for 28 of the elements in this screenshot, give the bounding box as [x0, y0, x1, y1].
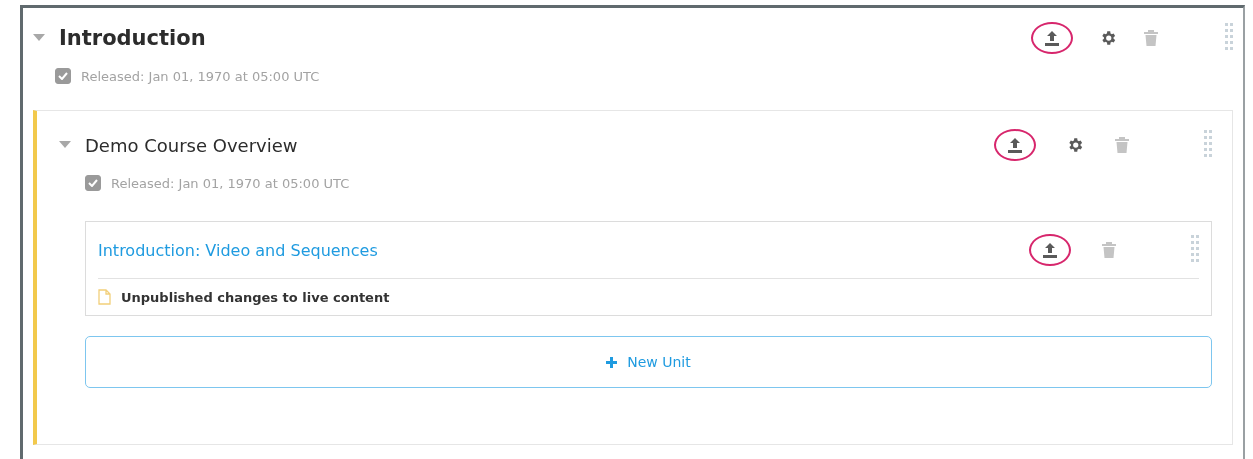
trash-icon — [1143, 29, 1159, 47]
upload-icon — [1006, 137, 1024, 153]
unit-link[interactable]: Introduction: Video and Sequences — [98, 240, 378, 260]
release-date: Released: Jan 01, 1970 at 05:00 UTC — [111, 175, 350, 191]
drag-handle-icon[interactable] — [1191, 235, 1199, 265]
caret-icon[interactable] — [59, 141, 71, 149]
upload-icon — [1041, 242, 1059, 258]
trash-icon — [1101, 241, 1117, 259]
drag-handle-icon[interactable] — [1204, 130, 1212, 160]
checkmark-icon — [58, 72, 68, 80]
document-icon — [98, 289, 111, 305]
section-title: Introduction — [59, 26, 206, 50]
publish-button[interactable] — [1029, 234, 1071, 266]
subsection-title: Demo Course Overview — [85, 134, 298, 156]
upload-icon — [1043, 30, 1061, 46]
delete-button[interactable] — [1101, 241, 1117, 259]
delete-button[interactable] — [1143, 29, 1159, 47]
delete-button[interactable] — [1114, 136, 1130, 154]
drag-handle-icon[interactable] — [1225, 23, 1233, 53]
new-unit-button[interactable]: New Unit — [85, 336, 1212, 388]
checkmark-icon — [88, 179, 98, 187]
publish-button[interactable] — [994, 129, 1036, 161]
publish-button[interactable] — [1031, 22, 1073, 54]
trash-icon — [1114, 136, 1130, 154]
unit-status: Unpublished changes to live content — [121, 289, 390, 305]
release-date: Released: Jan 01, 1970 at 05:00 UTC — [81, 68, 320, 84]
caret-icon[interactable] — [33, 34, 45, 42]
plus-icon — [606, 356, 618, 368]
